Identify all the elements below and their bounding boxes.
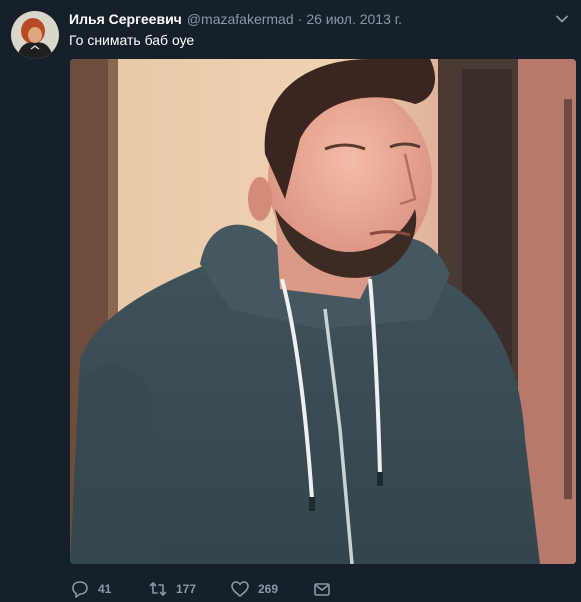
user-handle[interactable]: @mazafakermad: [187, 11, 294, 27]
direct-message-button[interactable]: [312, 579, 332, 599]
retweet-button[interactable]: 177: [148, 579, 230, 599]
like-button[interactable]: 269: [230, 579, 312, 599]
reply-icon: [70, 579, 90, 599]
separator-dot: ·: [297, 11, 303, 27]
retweet-icon: [148, 579, 168, 599]
tweet-header: Илья Сергеевич @mazafakermad · 26 июл. 2…: [69, 9, 402, 29]
chevron-down-icon[interactable]: [555, 12, 569, 26]
tweet-actions: 41 177 269: [70, 578, 332, 600]
tweet: Илья Сергеевич @mazafakermad · 26 июл. 2…: [0, 0, 581, 602]
avatar[interactable]: [11, 11, 59, 59]
heart-icon: [230, 579, 250, 599]
like-count: 269: [258, 582, 279, 596]
envelope-icon: [312, 579, 332, 599]
tweet-photo[interactable]: [70, 59, 576, 564]
reply-count: 41: [98, 582, 112, 596]
retweet-count: 177: [176, 582, 197, 596]
display-name[interactable]: Илья Сергеевич: [69, 11, 182, 27]
tweet-date[interactable]: 26 июл. 2013 г.: [306, 11, 402, 27]
tweet-text: Го снимать баб оуе: [69, 32, 195, 48]
reply-button[interactable]: 41: [70, 579, 148, 599]
